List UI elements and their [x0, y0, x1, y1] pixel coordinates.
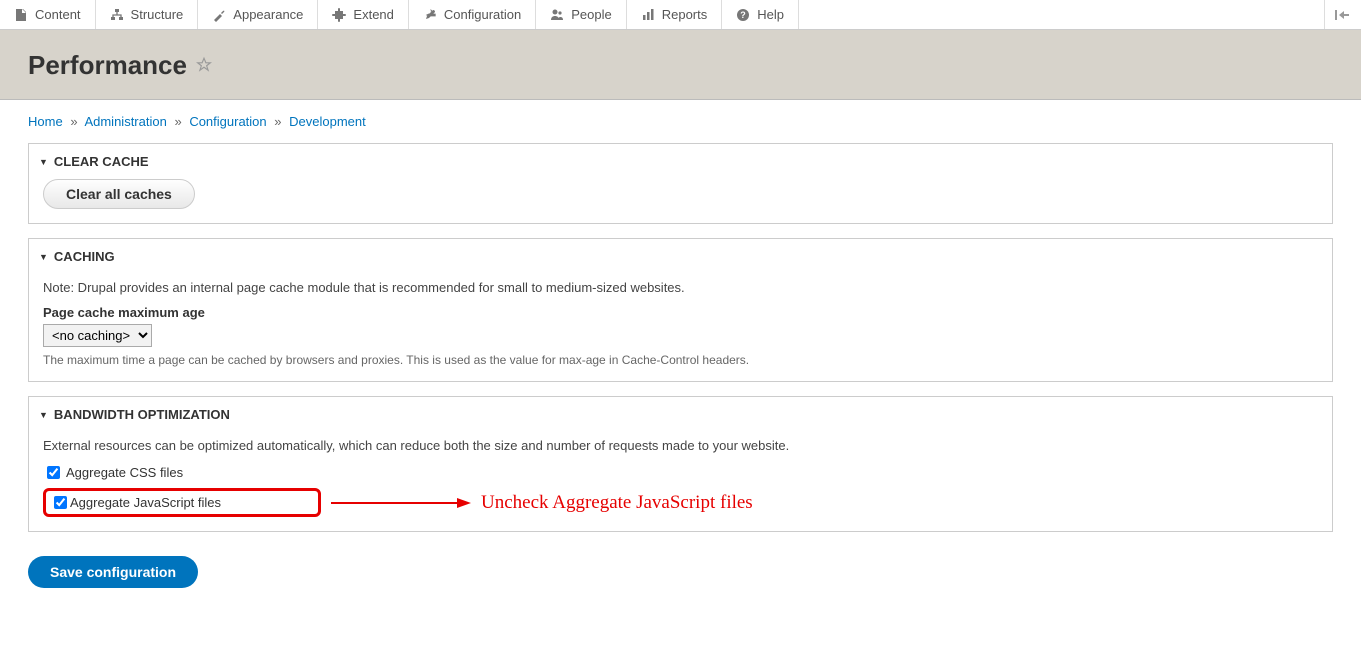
help-icon: ? — [736, 8, 750, 22]
page-cache-max-age-select[interactable]: <no caching> — [43, 324, 152, 347]
section-title: Clear cache — [54, 154, 149, 169]
clear-all-caches-button[interactable]: Clear all caches — [43, 179, 195, 209]
annotation-arrow-icon — [331, 495, 471, 511]
section-caching: Caching Note: Drupal provides an interna… — [28, 238, 1333, 382]
section-bandwidth: Bandwidth optimization External resource… — [28, 396, 1333, 532]
svg-text:?: ? — [741, 10, 747, 20]
page-cache-max-age-label: Page cache maximum age — [43, 305, 1318, 320]
aggregate-js-label: Aggregate JavaScript files — [70, 495, 221, 510]
breadcrumb-link[interactable]: Configuration — [189, 114, 266, 129]
section-body: Note: Drupal provides an internal page c… — [29, 280, 1332, 381]
content-icon — [14, 8, 28, 22]
reports-icon — [641, 8, 655, 22]
appearance-icon — [212, 8, 226, 22]
configuration-icon — [423, 8, 437, 22]
aggregate-css-label: Aggregate CSS files — [66, 465, 183, 480]
section-summary-bandwidth[interactable]: Bandwidth optimization — [29, 397, 1332, 432]
aggregate-css-checkbox[interactable] — [47, 466, 60, 479]
toolbar-item-extend[interactable]: Extend — [318, 0, 408, 29]
section-title: Caching — [54, 249, 115, 264]
toolbar-item-reports[interactable]: Reports — [627, 0, 723, 29]
toolbar-item-content[interactable]: Content — [0, 0, 96, 29]
toolbar-item-structure[interactable]: Structure — [96, 0, 199, 29]
highlight-box: Aggregate JavaScript files — [43, 488, 321, 517]
admin-toolbar: Content Structure Appearance Extend Conf… — [0, 0, 1361, 30]
toolbar-item-help[interactable]: ? Help — [722, 0, 799, 29]
toolbar-item-people[interactable]: People — [536, 0, 626, 29]
structure-icon — [110, 8, 124, 22]
toolbar-item-appearance[interactable]: Appearance — [198, 0, 318, 29]
toolbar-item-configuration[interactable]: Configuration — [409, 0, 536, 29]
breadcrumb-separator: » — [274, 114, 281, 129]
section-summary-clear-cache[interactable]: Clear cache — [29, 144, 1332, 179]
bandwidth-note: External resources can be optimized auto… — [43, 438, 1318, 453]
page-header: Performance — [0, 30, 1361, 100]
extend-icon — [332, 8, 346, 22]
page-title: Performance — [28, 50, 1333, 81]
star-icon[interactable] — [195, 50, 213, 81]
toolbar-label: Help — [757, 7, 784, 22]
breadcrumb-separator: » — [174, 114, 181, 129]
section-summary-caching[interactable]: Caching — [29, 239, 1332, 274]
annotation-row: Aggregate JavaScript files Uncheck Aggre… — [43, 488, 1318, 517]
toolbar-label: Extend — [353, 7, 393, 22]
toolbar-label: Reports — [662, 7, 708, 22]
toolbar-label: Configuration — [444, 7, 521, 22]
main-content: Clear cache Clear all caches Caching Not… — [0, 143, 1361, 608]
page-title-text: Performance — [28, 50, 187, 81]
breadcrumb-separator: » — [70, 114, 77, 129]
toolbar-label: People — [571, 7, 611, 22]
section-title: Bandwidth optimization — [54, 407, 230, 422]
toolbar-label: Content — [35, 7, 81, 22]
aggregate-js-checkbox[interactable] — [54, 496, 67, 509]
orientation-icon — [1335, 8, 1351, 22]
section-clear-cache: Clear cache Clear all caches — [28, 143, 1333, 224]
caching-note: Note: Drupal provides an internal page c… — [43, 280, 1318, 295]
toolbar-toggle-orientation[interactable] — [1324, 0, 1361, 29]
save-configuration-button[interactable]: Save configuration — [28, 556, 198, 588]
toolbar-label: Appearance — [233, 7, 303, 22]
breadcrumb-link[interactable]: Development — [289, 114, 366, 129]
page-cache-description: The maximum time a page can be cached by… — [43, 353, 1318, 367]
annotation-text: Uncheck Aggregate JavaScript files — [481, 492, 753, 514]
section-body: Clear all caches — [29, 179, 1332, 223]
people-icon — [550, 8, 564, 22]
aggregate-css-row: Aggregate CSS files — [43, 463, 1318, 482]
breadcrumb-link[interactable]: Home — [28, 114, 63, 129]
breadcrumb: Home » Administration » Configuration » … — [0, 100, 1361, 143]
breadcrumb-link[interactable]: Administration — [84, 114, 166, 129]
toolbar-label: Structure — [131, 7, 184, 22]
section-body: External resources can be optimized auto… — [29, 438, 1332, 531]
